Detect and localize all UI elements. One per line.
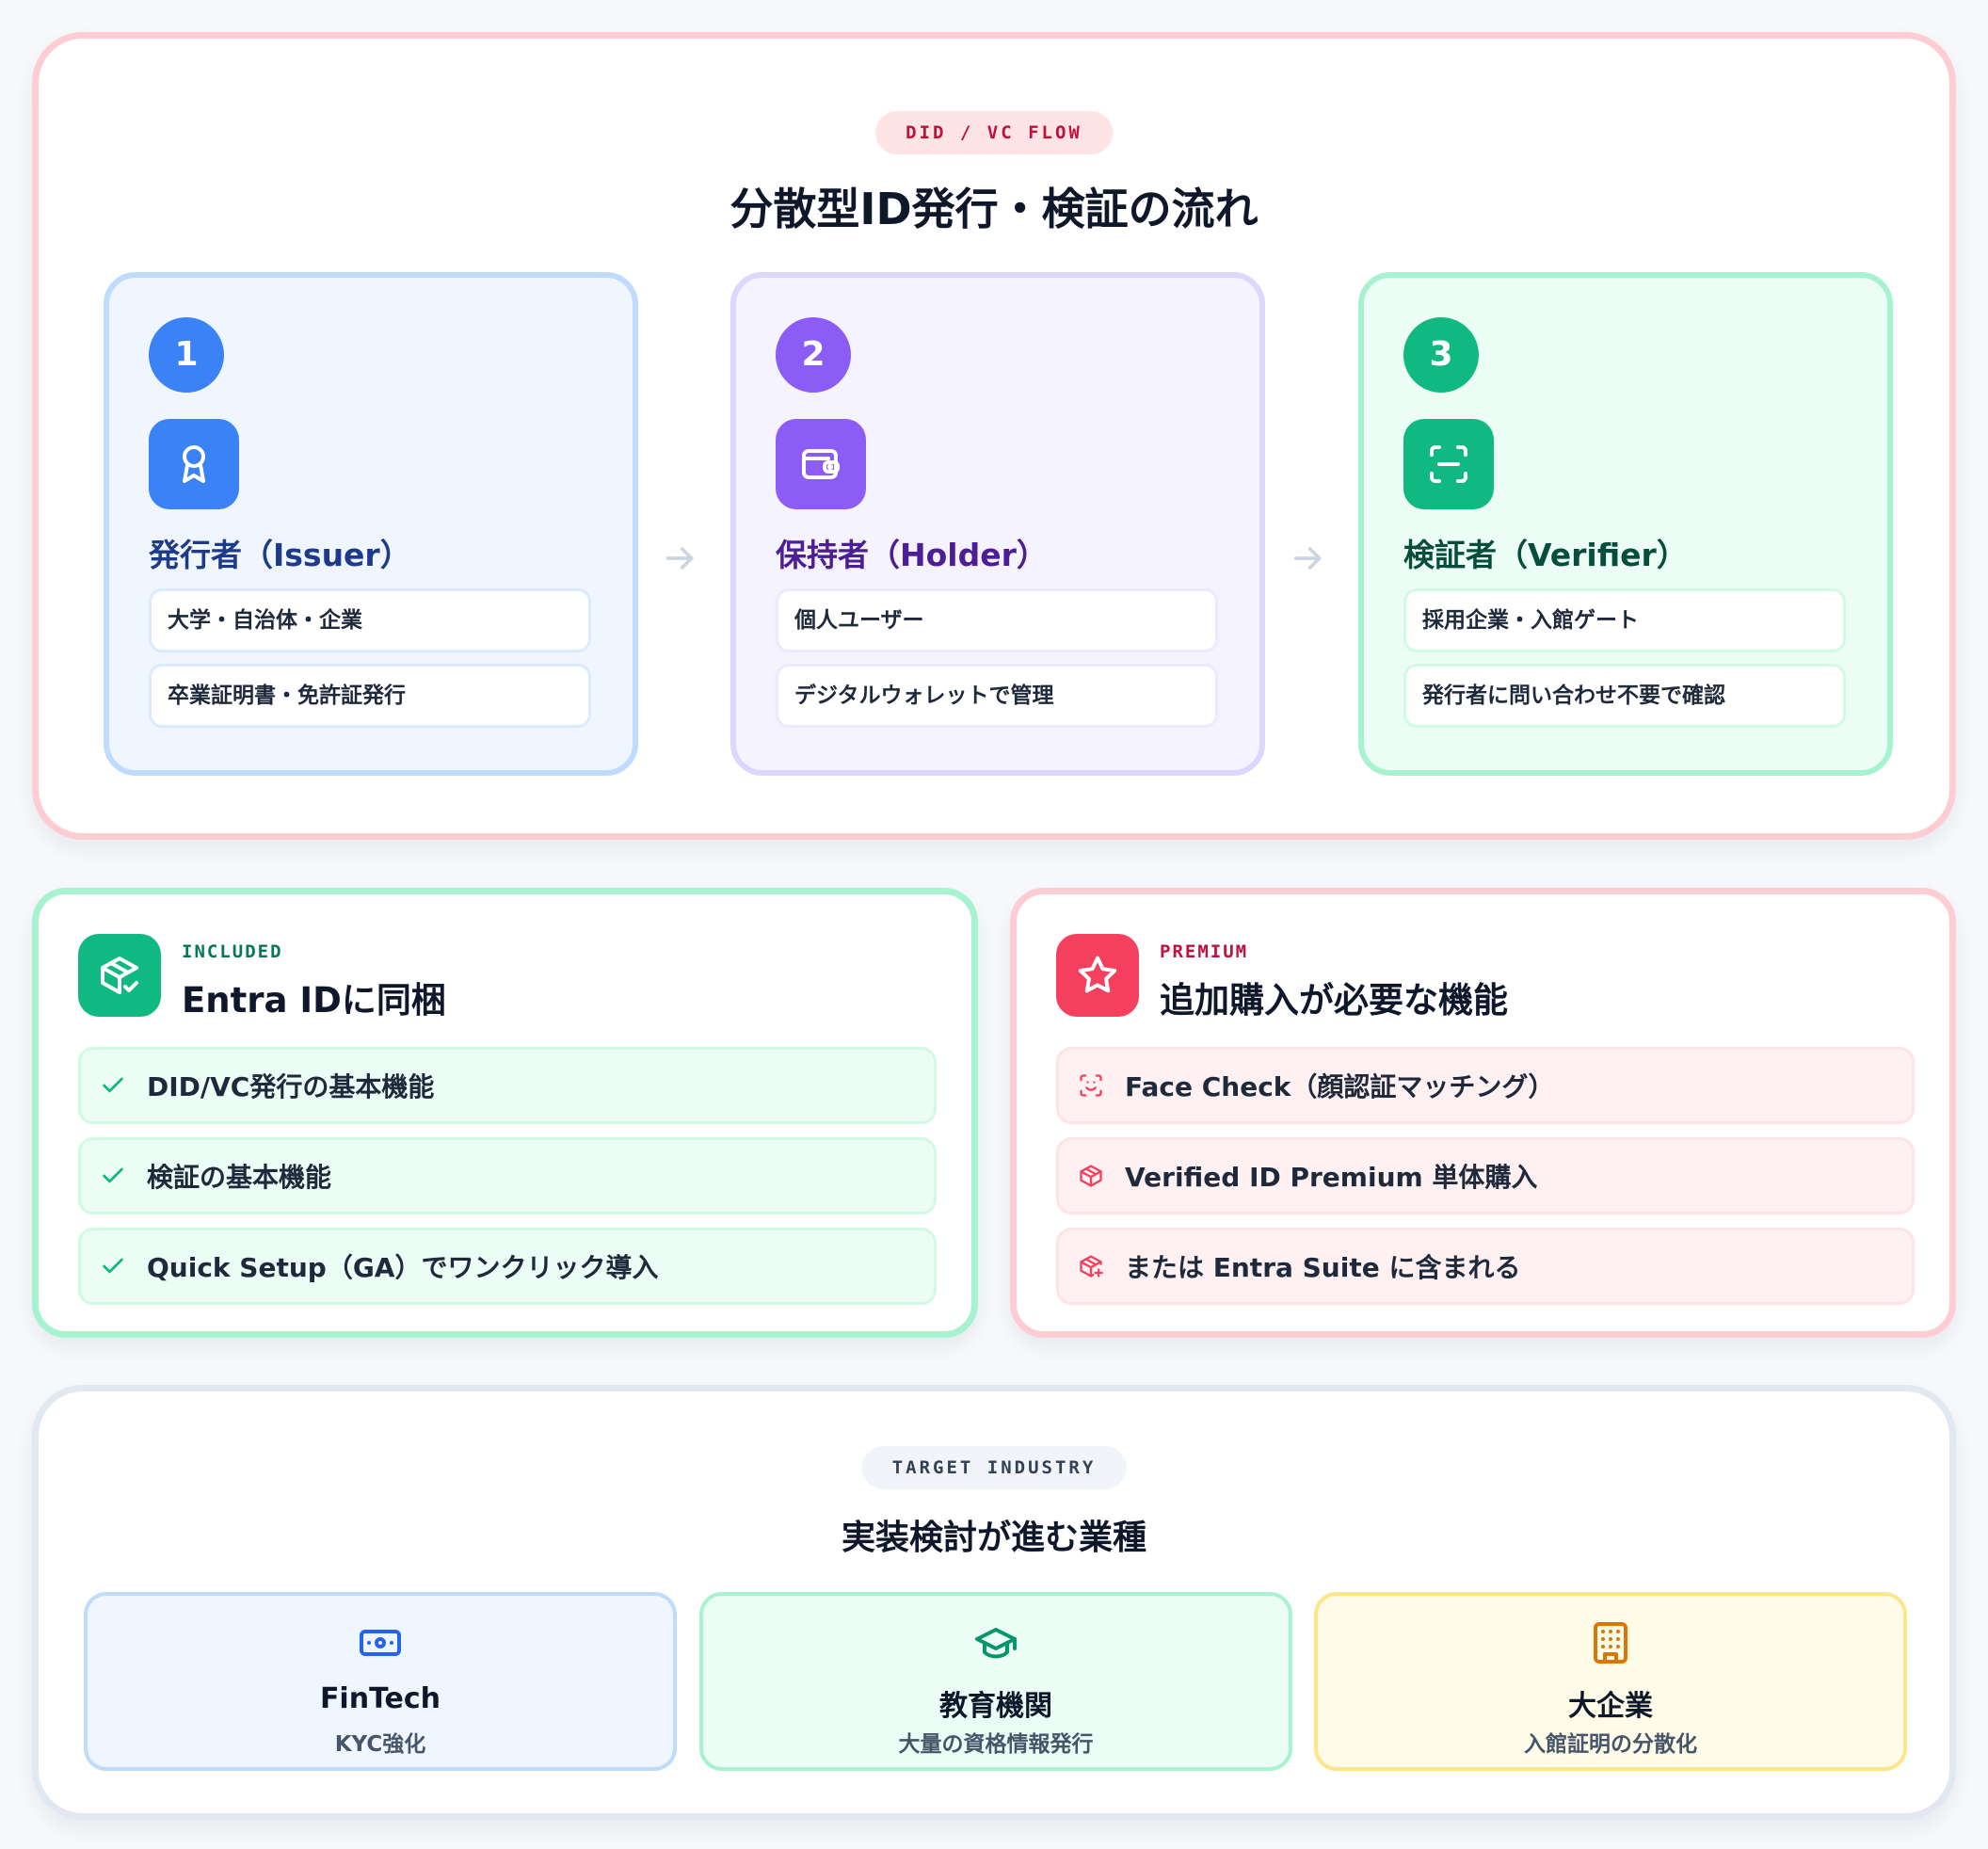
step-number: 1 — [149, 317, 224, 393]
industry-enterprise: 大企業 入館証明の分散化 — [1314, 1592, 1907, 1771]
step-detail: 採用企業・入館ゲート — [1403, 588, 1846, 652]
box-plus-icon — [1080, 1255, 1103, 1278]
premium-item-label: Verified ID Premium 単体購入 — [1125, 1162, 1538, 1193]
industry-fintech: FinTech KYC強化 — [84, 1592, 677, 1771]
included-item-label: DID/VC発行の基本機能 — [147, 1071, 435, 1102]
premium-item: または Entra Suite に含まれる — [1056, 1228, 1915, 1305]
step-number: 2 — [776, 317, 851, 393]
included-item: DID/VC発行の基本機能 — [78, 1047, 937, 1124]
included-card: INCLUDED Entra IDに同梱 DID/VC発行の基本機能 検証の基本… — [32, 888, 978, 1338]
step-name: 保持者（Holder） — [776, 537, 1048, 573]
check-icon — [103, 1167, 123, 1183]
step-issuer: 1 発行者（Issuer） 大学・自治体・企業 卒業証明書・免許証発行 — [104, 272, 638, 776]
face-scan-icon — [1080, 1074, 1102, 1097]
industry-desc: 入館証明の分散化 — [1524, 1732, 1697, 1757]
step-verifier: 3 検証者（Verifier） 採用企業・入館ゲート 発行者に問い合わせ不要で確… — [1358, 272, 1893, 776]
scan-icon — [1403, 419, 1494, 509]
premium-title: 追加購入が必要な機能 — [1160, 980, 1508, 1021]
industry-title: 実装検討が進む業種 — [841, 1519, 1146, 1557]
premium-item: Face Check（顔認証マッチング） — [1056, 1047, 1915, 1124]
premium-kicker: PREMIUM — [1160, 941, 1249, 962]
star-icon — [1056, 934, 1139, 1017]
premium-card: PREMIUM 追加購入が必要な機能 Face Check（顔認証マッチング） … — [1010, 888, 1956, 1338]
wallet-icon — [776, 419, 866, 509]
included-item-label: 検証の基本機能 — [147, 1162, 332, 1193]
flow-title: 分散型ID発行・検証の流れ — [729, 184, 1259, 234]
arrow-right-icon — [665, 547, 694, 570]
box-icon — [1080, 1165, 1102, 1187]
included-item: 検証の基本機能 — [78, 1137, 937, 1214]
graduation-cap-icon — [975, 1628, 1017, 1659]
included-kicker: INCLUDED — [182, 941, 283, 962]
arrow-right-icon — [1293, 547, 1322, 570]
step-detail: 卒業証明書・免許証発行 — [149, 664, 591, 728]
step-detail: 個人ユーザー — [776, 588, 1218, 652]
included-title: Entra IDに同梱 — [182, 980, 446, 1021]
step-detail: 大学・自治体・企業 — [149, 588, 591, 652]
check-icon — [103, 1077, 123, 1093]
industry-desc: KYC強化 — [334, 1732, 426, 1757]
step-detail: デジタルウォレットで管理 — [776, 664, 1218, 728]
industry-name: FinTech — [319, 1682, 441, 1715]
included-item-label: Quick Setup（GA）でワンクリック導入 — [147, 1252, 659, 1283]
step-number: 3 — [1403, 317, 1479, 393]
industry-card: TARGET INDUSTRY 実装検討が進む業種 FinTech KYC強化 … — [32, 1385, 1956, 1820]
industry-name: 教育機関 — [939, 1690, 1052, 1723]
award-icon — [149, 419, 239, 509]
premium-item-label: Face Check（顔認証マッチング） — [1125, 1071, 1555, 1102]
industry-desc: 大量の資格情報発行 — [898, 1732, 1094, 1757]
included-item: Quick Setup（GA）でワンクリック導入 — [78, 1228, 937, 1305]
premium-item-label: または Entra Suite に含まれる — [1125, 1252, 1521, 1283]
check-icon — [103, 1258, 123, 1274]
premium-item: Verified ID Premium 単体購入 — [1056, 1137, 1915, 1214]
industry-education: 教育機関 大量の資格情報発行 — [699, 1592, 1292, 1771]
flow-card: DID / VC FLOW 分散型ID発行・検証の流れ 1 発行者（Issuer… — [32, 32, 1956, 840]
step-name: 発行者（Issuer） — [149, 537, 411, 573]
industry-name: 大企業 — [1568, 1690, 1653, 1723]
step-detail: 発行者に問い合わせ不要で確認 — [1403, 664, 1846, 728]
step-name: 検証者（Verifier） — [1403, 537, 1688, 573]
building-icon — [1594, 1622, 1627, 1664]
flow-badge: DID / VC FLOW — [875, 111, 1113, 154]
step-holder: 2 保持者（Holder） 個人ユーザー デジタルウォレットで管理 — [730, 272, 1265, 776]
package-check-icon — [78, 934, 161, 1017]
banknote-icon — [360, 1630, 401, 1656]
industry-badge: TARGET INDUSTRY — [861, 1446, 1127, 1489]
